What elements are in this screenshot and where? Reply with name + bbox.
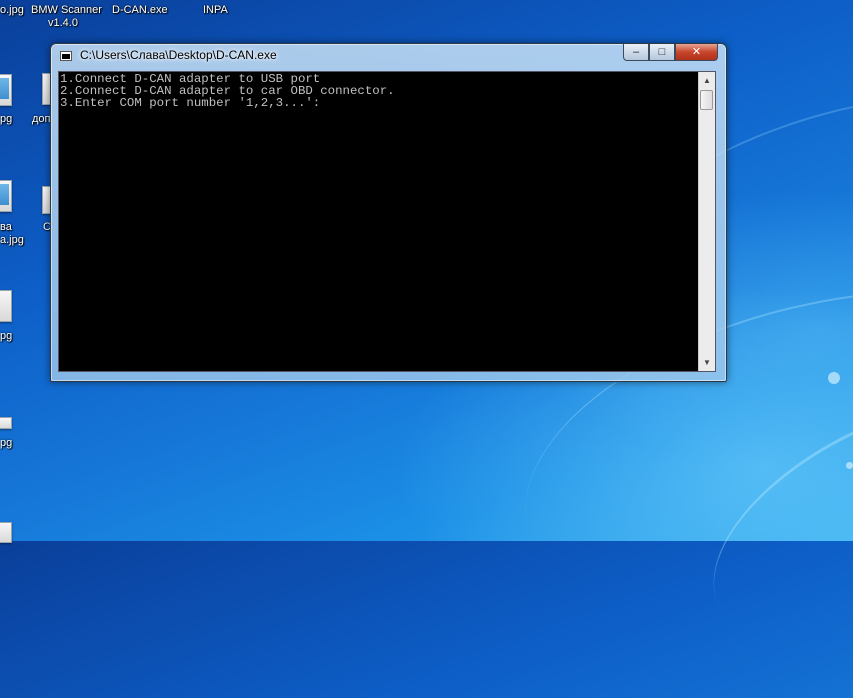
desktop-icon-label[interactable]: pg: [0, 437, 12, 450]
wallpaper-bokeh: [828, 372, 840, 384]
desktop-icon-label[interactable]: pg: [0, 330, 12, 343]
maximize-icon: □: [658, 45, 666, 58]
image-file-icon[interactable]: [0, 522, 12, 543]
minimize-button[interactable]: ‒: [623, 44, 649, 61]
desktop-icon-label-bmw-scanner[interactable]: BMW Scanner: [31, 4, 102, 17]
desktop-icon-label[interactable]: доп: [32, 113, 51, 126]
vertical-scrollbar[interactable]: ▲ ▼: [698, 72, 715, 371]
image-file-icon[interactable]: [0, 290, 12, 322]
console-window[interactable]: C:\Users\Слава\Desktop\D-CAN.exe ‒ □ ✕ 1…: [50, 43, 727, 382]
image-file-icon[interactable]: [0, 74, 12, 106]
maximize-button[interactable]: □: [649, 44, 675, 61]
window-controls: ‒ □ ✕: [623, 44, 718, 62]
image-file-icon[interactable]: [0, 180, 12, 212]
scroll-up-icon[interactable]: ▲: [699, 72, 715, 89]
window-title: C:\Users\Слава\Desktop\D-CAN.exe: [80, 48, 277, 62]
desktop-icon-label[interactable]: а.jpg: [0, 234, 24, 247]
console-text: 1.Connect D-CAN adapter to USB port 2.Con…: [60, 73, 395, 109]
wallpaper-bokeh: [846, 462, 853, 469]
scroll-down-icon[interactable]: ▼: [699, 354, 715, 371]
close-button[interactable]: ✕: [675, 44, 718, 61]
minimize-icon: ‒: [632, 45, 640, 58]
desktop-icon-label-inpa[interactable]: INPA: [203, 4, 228, 17]
desktop-icon-label[interactable]: ва: [0, 221, 12, 234]
wallpaper-streak: [675, 344, 853, 698]
image-file-icon[interactable]: [0, 417, 12, 429]
scrollbar-thumb[interactable]: [700, 90, 713, 110]
desktop-icon-label-bmw-scanner-version[interactable]: v1.4.0: [48, 17, 78, 30]
console-line: 3.Enter COM port number '1,2,3...':: [60, 96, 321, 110]
title-bar[interactable]: C:\Users\Слава\Desktop\D-CAN.exe ‒ □ ✕: [51, 44, 726, 69]
close-icon: ✕: [691, 45, 702, 58]
desktop-icon-label[interactable]: o.jpg: [0, 4, 24, 17]
console-output-area[interactable]: 1.Connect D-CAN adapter to USB port 2.Con…: [58, 71, 716, 372]
desktop-icon-label-dcan[interactable]: D-CAN.exe: [112, 4, 168, 17]
console-app-icon[interactable]: [60, 51, 72, 61]
desktop-icon-label[interactable]: pg: [0, 113, 12, 126]
